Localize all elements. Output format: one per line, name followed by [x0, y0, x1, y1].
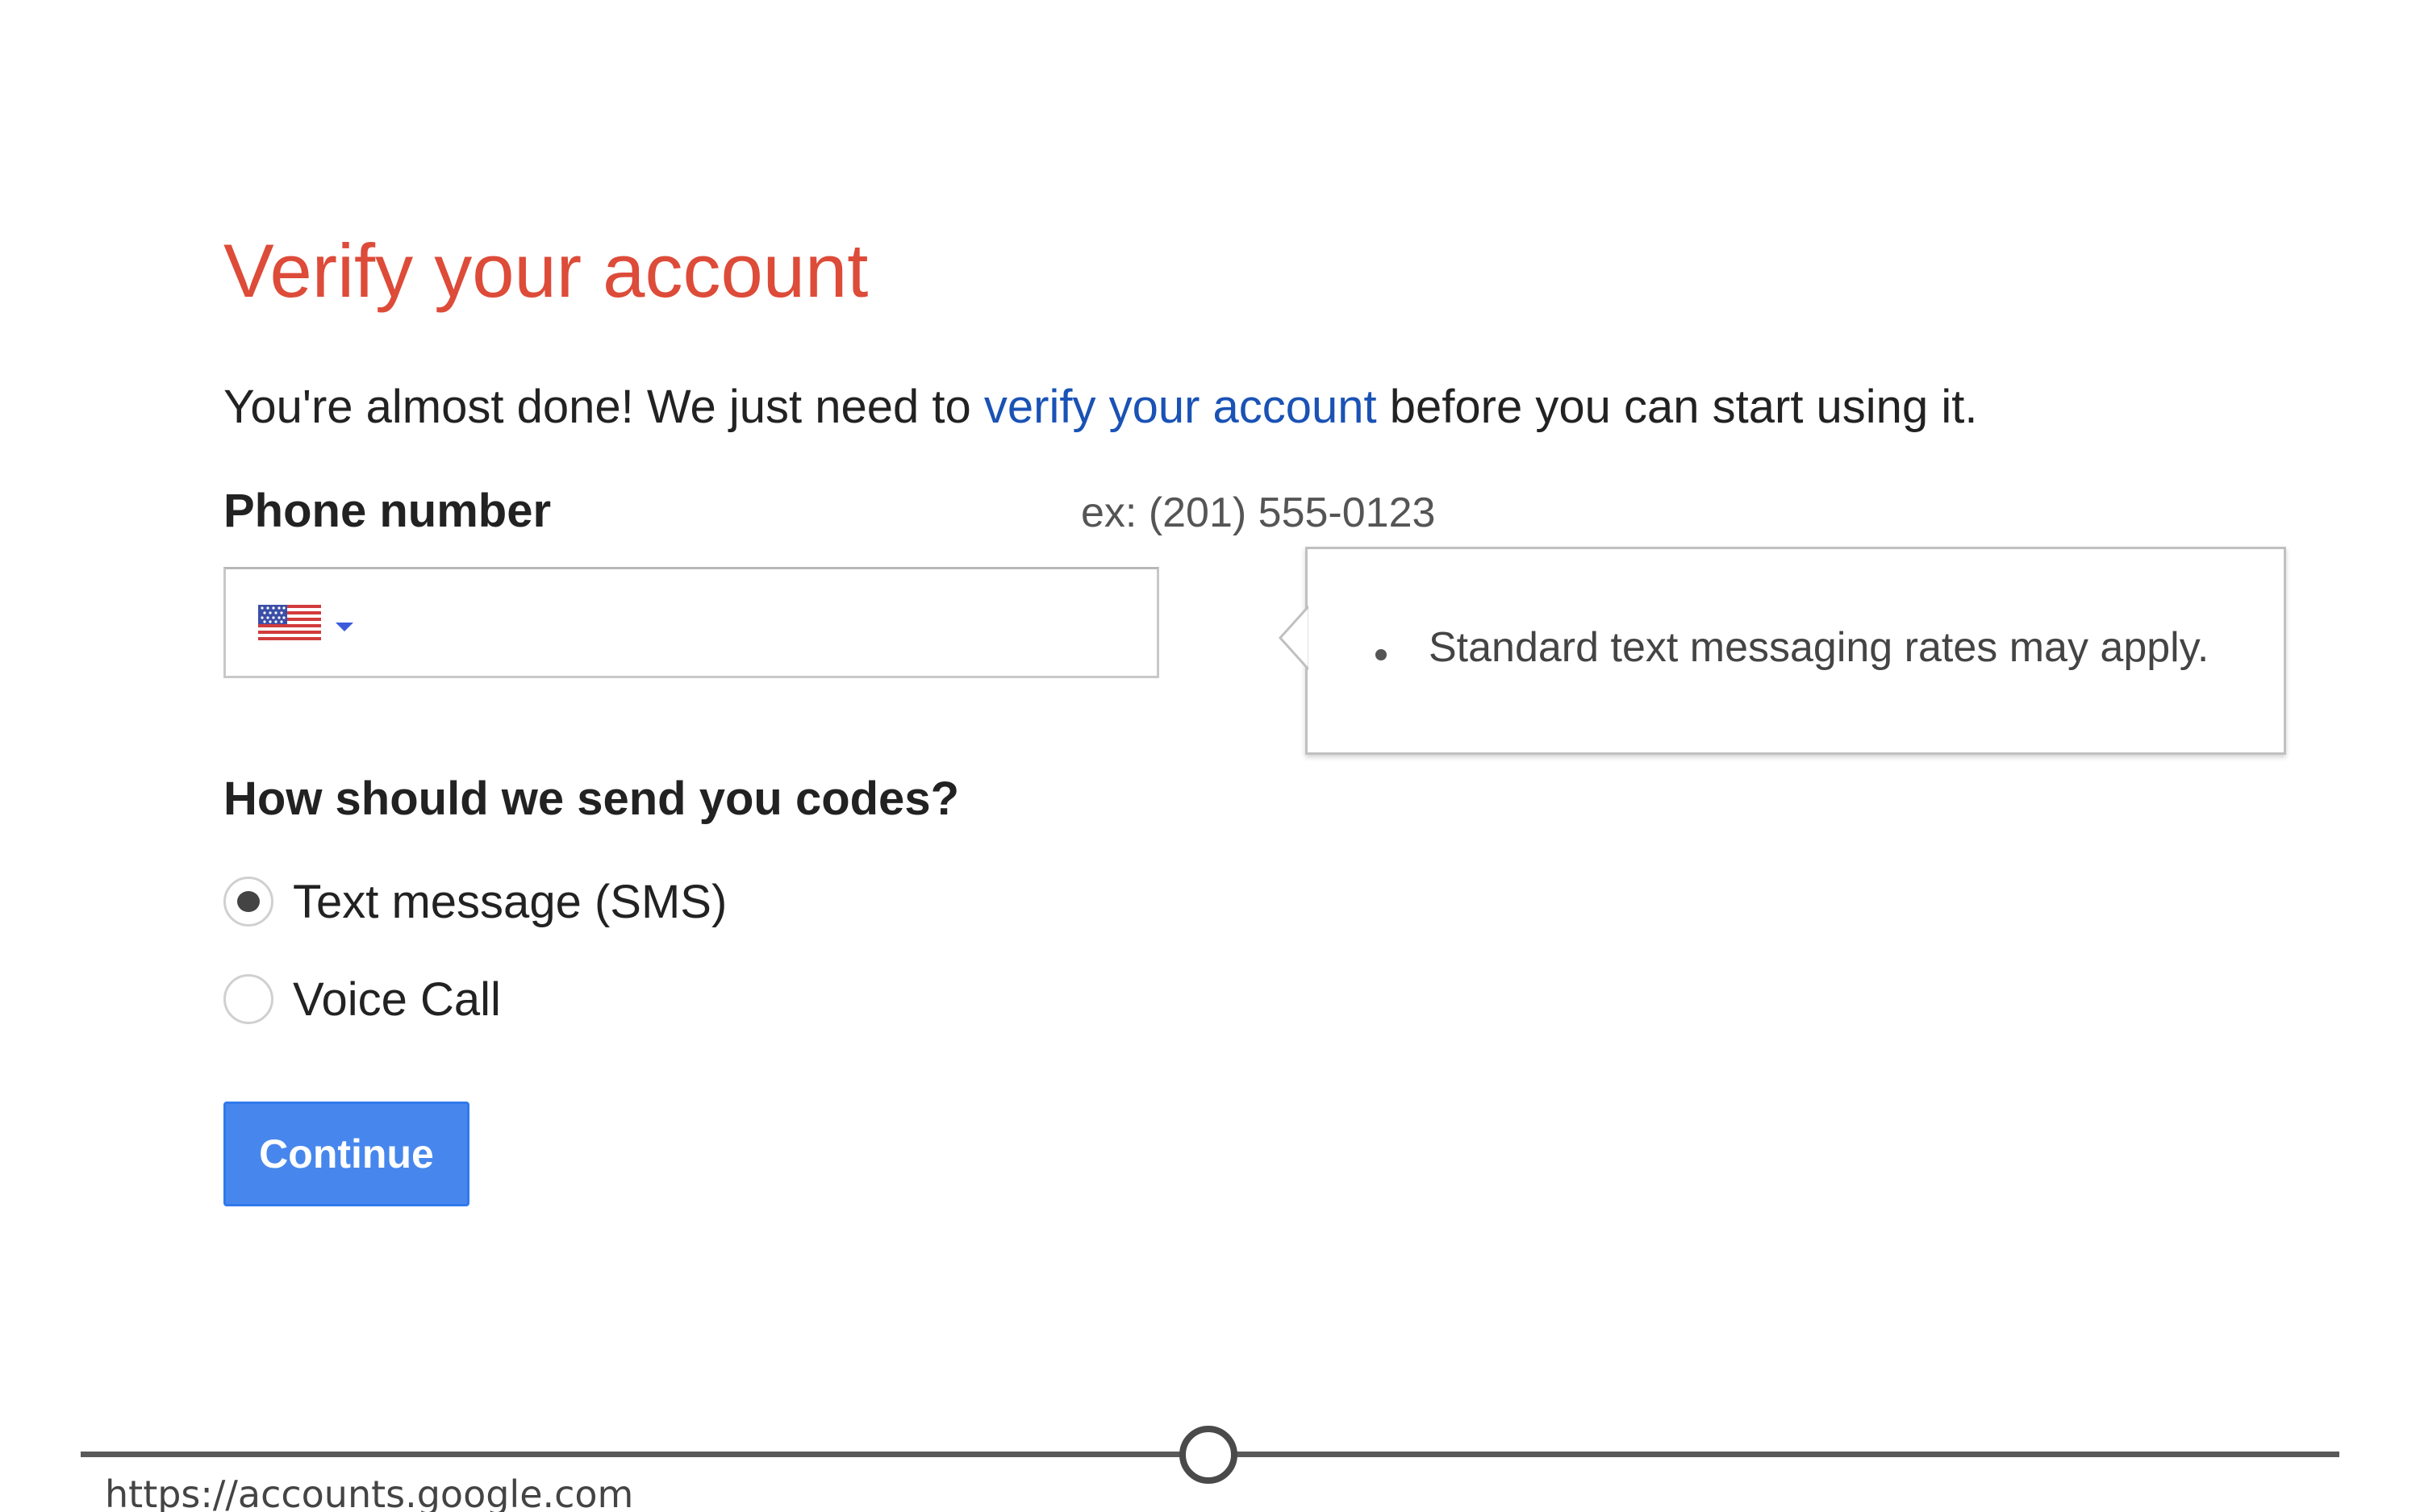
tooltip-item: Standard text messaging rates may apply.: [1429, 624, 2209, 671]
radio-button-sms[interactable]: [223, 877, 273, 927]
rates-tooltip: Standard text messaging rates may apply.: [1279, 547, 2286, 755]
phone-number-label: Phone number: [223, 485, 552, 537]
continue-button[interactable]: Continue: [223, 1102, 469, 1206]
timeline-handle[interactable]: [1179, 1426, 1237, 1484]
radio-option-voice[interactable]: Voice Call: [223, 971, 627, 1035]
intro-text-before: You're almost done! We just need to: [223, 381, 984, 433]
verify-account-page: Verify your account You're almost done! …: [0, 0, 2420, 1512]
country-code-dropdown[interactable]: [258, 602, 371, 647]
phone-number-field[interactable]: [223, 567, 1159, 678]
verify-account-link[interactable]: verify your account: [984, 381, 1377, 433]
send-codes-label: How should we send you codes?: [223, 773, 959, 825]
radio-label-sms[interactable]: Text message (SMS): [293, 873, 727, 931]
radio-button-voice[interactable]: [223, 974, 273, 1024]
radio-selected-dot: [237, 891, 260, 912]
us-flag-icon: [258, 605, 321, 642]
source-url: https://accounts.google.com: [105, 1472, 634, 1512]
tooltip-arrow: [1279, 606, 1311, 670]
radio-option-sms[interactable]: Text message (SMS): [223, 873, 788, 938]
chevron-down-icon: [336, 623, 353, 631]
page-title: Verify your account: [223, 228, 869, 313]
bullet-icon: [1375, 649, 1387, 660]
intro-text: You're almost done! We just need to veri…: [223, 379, 1977, 435]
phone-example-hint: ex: (201) 555-0123: [1081, 489, 1436, 536]
phone-number-input[interactable]: [395, 585, 1141, 661]
radio-label-voice[interactable]: Voice Call: [293, 971, 501, 1029]
intro-text-after: before you can start using it.: [1376, 381, 1978, 433]
